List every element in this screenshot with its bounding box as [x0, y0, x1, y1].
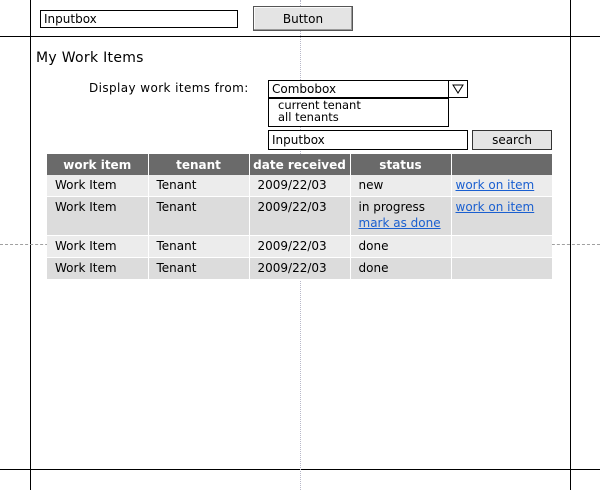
cell-work-item: Work Item: [47, 257, 149, 280]
top-button[interactable]: Button: [253, 6, 353, 31]
column-header-status[interactable]: status: [350, 154, 452, 175]
top-inputbox[interactable]: Inputbox: [40, 10, 238, 28]
search-input[interactable]: Inputbox: [268, 130, 468, 150]
status-text: done: [358, 261, 389, 275]
tenant-combobox[interactable]: Combobox: [268, 80, 468, 98]
table-row: Work Item Tenant 2009/22/03 done: [47, 257, 552, 280]
cell-work-item: Work Item: [47, 196, 149, 236]
cell-status: done: [350, 257, 452, 280]
work-on-item-link[interactable]: work on item: [456, 178, 535, 192]
cell-work-item: Work Item: [47, 235, 149, 258]
mark-as-done-link[interactable]: mark as done: [359, 216, 441, 230]
work-items-table: work item tenant date received status Wo…: [47, 154, 552, 280]
cell-status: done: [350, 235, 452, 258]
cell-date-received: 2009/22/03: [249, 196, 351, 236]
filter-label: Display work items from:: [89, 81, 249, 95]
column-header-actions: [451, 154, 552, 175]
chevron-down-icon[interactable]: [448, 81, 467, 97]
cell-action: work on item: [451, 175, 552, 197]
cell-action: [451, 257, 552, 280]
combobox-option-all-tenants[interactable]: all tenants: [278, 111, 448, 123]
cell-status: new: [350, 175, 452, 197]
combobox-value: Combobox: [272, 82, 337, 96]
cell-action: work on item: [451, 196, 552, 236]
frame-right-line: [570, 0, 571, 490]
table-row: Work Item Tenant 2009/22/03 done: [47, 235, 552, 258]
cell-work-item: Work Item: [47, 175, 149, 197]
page-title: My Work Items: [36, 50, 144, 66]
cell-tenant: Tenant: [148, 196, 250, 236]
cell-tenant: Tenant: [148, 235, 250, 258]
cell-action: [451, 235, 552, 258]
frame-left-line: [30, 0, 31, 490]
combobox-dropdown: current tenant all tenants: [268, 98, 449, 127]
cell-status: in progress mark as done: [350, 196, 452, 236]
status-text: done: [358, 239, 389, 253]
table-header-row: work item tenant date received status: [47, 154, 552, 175]
column-header-date-received[interactable]: date received: [249, 154, 351, 175]
column-header-tenant[interactable]: tenant: [148, 154, 250, 175]
work-on-item-link[interactable]: work on item: [456, 200, 535, 214]
cell-date-received: 2009/22/03: [249, 175, 351, 197]
cell-tenant: Tenant: [148, 257, 250, 280]
status-text: new: [358, 178, 384, 192]
column-header-work-item[interactable]: work item: [47, 154, 149, 175]
table-row: Work Item Tenant 2009/22/03 in progress …: [47, 196, 552, 236]
table-row: Work Item Tenant 2009/22/03 new work on …: [47, 175, 552, 197]
search-button[interactable]: search: [472, 130, 552, 150]
cell-date-received: 2009/22/03: [249, 235, 351, 258]
cell-tenant: Tenant: [148, 175, 250, 197]
status-text: in progress: [358, 200, 426, 214]
cell-date-received: 2009/22/03: [249, 257, 351, 280]
